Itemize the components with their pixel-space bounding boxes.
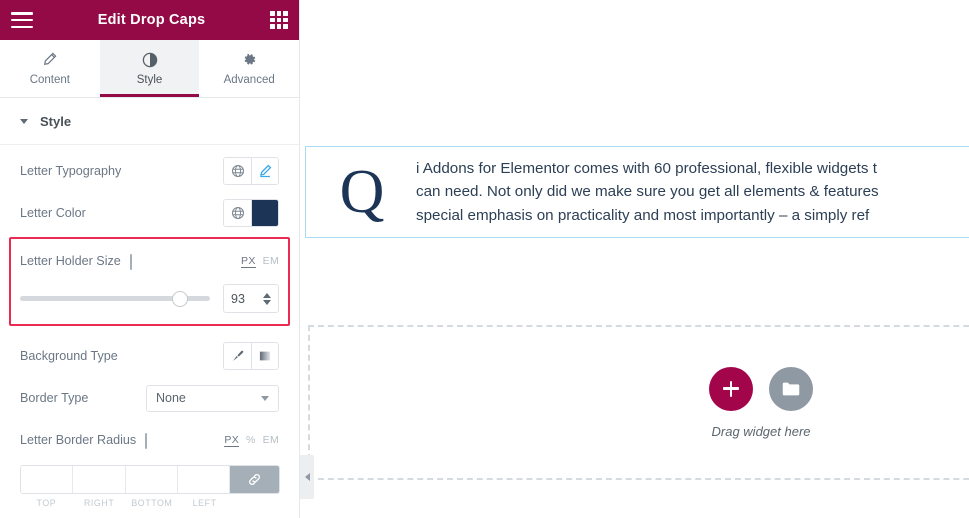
letter-holder-size-label: Letter Holder Size <box>20 254 121 268</box>
chevron-down-icon <box>261 395 269 401</box>
border-radius-bottom-input[interactable] <box>125 466 178 493</box>
letter-border-radius-units: PX % EM <box>224 434 279 447</box>
add-section-button[interactable] <box>709 366 753 411</box>
letter-color-label: Letter Color <box>20 206 86 220</box>
label-left: LEFT <box>192 498 217 508</box>
background-type-label: Background Type <box>20 349 118 363</box>
folder-icon <box>782 382 800 395</box>
section-title: Style <box>40 113 72 129</box>
letter-typography-label: Letter Typography <box>20 164 122 178</box>
panel-tabs: Content Style Advanced <box>0 40 299 98</box>
letter-color-label-wrap: Letter Color <box>20 206 86 220</box>
link-icon[interactable] <box>230 466 279 493</box>
control-letter-border-radius: Letter Border Radius PX % EM <box>20 414 279 456</box>
gear-icon <box>242 51 257 68</box>
chevron-down-icon <box>20 118 28 124</box>
unit-px[interactable]: PX <box>224 434 239 447</box>
elementor-editor: Edit Drop Caps Content Style Advanced St… <box>0 0 969 518</box>
tab-content[interactable]: Content <box>0 40 100 97</box>
dropcap-line-1: i Addons for Elementor comes with 60 pro… <box>416 159 877 177</box>
letter-holder-size-label-wrap: Letter Holder Size <box>20 253 144 270</box>
dropcap-line-3: special emphasis on practicality and mos… <box>416 206 870 224</box>
border-radius-left-input[interactable] <box>177 466 230 493</box>
border-type-label-wrap: Border Type <box>20 391 88 405</box>
contrast-circle-icon <box>142 51 158 68</box>
slider-handle[interactable] <box>171 290 188 307</box>
control-letter-color: Letter Color <box>20 187 279 229</box>
section-header-style[interactable]: Style <box>0 98 299 145</box>
tab-style-label: Style <box>136 74 163 86</box>
desktop-monitor-icon[interactable] <box>129 253 144 270</box>
unit-em[interactable]: EM <box>263 434 279 447</box>
dropzone-buttons <box>709 366 813 411</box>
globe-icon[interactable] <box>224 200 251 226</box>
dropcap-letter: Q <box>339 158 385 226</box>
widget-dropzone[interactable]: Drag widget here <box>308 325 969 480</box>
panel-header: Edit Drop Caps <box>0 0 299 40</box>
unit-px[interactable]: PX <box>241 255 256 268</box>
control-letter-holder-size: Letter Holder Size PX EM 93 <box>9 237 290 326</box>
pencil-icon <box>42 51 57 68</box>
template-library-button[interactable] <box>769 366 813 411</box>
letter-typography-label-wrap: Letter Typography <box>20 164 121 178</box>
label-top: TOP <box>36 498 57 508</box>
paintbrush-icon[interactable] <box>224 343 251 369</box>
border-radius-inputs <box>20 465 280 494</box>
label-spacer <box>231 498 280 508</box>
letter-holder-size-input[interactable]: 93 <box>223 284 279 313</box>
letter-border-radius-label: Letter Border Radius <box>20 433 137 447</box>
letter-border-radius-label-wrap: Letter Border Radius <box>20 432 159 449</box>
letter-color-swatch[interactable] <box>251 200 278 226</box>
tab-style[interactable]: Style <box>99 40 200 97</box>
settings-panel: Edit Drop Caps Content Style Advanced St… <box>0 0 300 518</box>
border-radius-side-labels: TOP RIGHT BOTTOM LEFT <box>20 498 280 508</box>
letter-color-buttons <box>223 199 279 227</box>
hamburger-icon[interactable] <box>11 12 33 28</box>
control-border-type: Border Type None <box>20 372 279 414</box>
control-letter-typography: Letter Typography <box>20 145 279 187</box>
panel-title: Edit Drop Caps <box>97 12 206 28</box>
label-bottom: BOTTOM <box>131 498 173 508</box>
tab-advanced-label: Advanced <box>223 74 275 86</box>
desktop-monitor-icon[interactable] <box>145 432 159 449</box>
panel-collapse-handle[interactable] <box>300 455 314 499</box>
letter-holder-size-value: 93 <box>231 291 245 306</box>
dropzone-inner: Drag widget here <box>709 366 813 439</box>
tab-content-label: Content <box>29 74 70 86</box>
border-type-value: None <box>156 391 186 405</box>
border-type-select[interactable]: None <box>146 384 279 412</box>
background-type-label-wrap: Background Type <box>20 349 118 363</box>
globe-icon[interactable] <box>224 158 251 184</box>
unit-em[interactable]: EM <box>263 255 279 268</box>
letter-holder-size-slider[interactable] <box>20 290 210 307</box>
dropcap-widget[interactable]: Q i Addons for Elementor comes with 60 p… <box>305 146 969 238</box>
dropzone-label: Drag widget here <box>711 423 811 439</box>
letter-holder-size-slider-row: 93 <box>20 274 279 313</box>
control-background-type: Background Type <box>20 330 279 372</box>
widgets-grid-icon[interactable] <box>270 11 288 29</box>
plus-icon <box>723 380 739 397</box>
dropcap-line-2: can need. Not only did we make sure you … <box>416 183 879 201</box>
number-stepper[interactable] <box>263 292 271 305</box>
tab-advanced[interactable]: Advanced <box>199 40 299 97</box>
label-right: RIGHT <box>83 498 115 508</box>
letter-holder-size-header: Letter Holder Size PX EM <box>20 244 279 274</box>
edit-typography-button[interactable] <box>251 158 278 184</box>
letter-holder-size-units: PX EM <box>241 255 279 268</box>
controls-list: Letter Typography Letter Color Letter Ho… <box>0 145 299 518</box>
unit-percent[interactable]: % <box>246 434 256 447</box>
background-type-buttons <box>223 342 279 370</box>
chevron-left-icon <box>304 473 310 481</box>
border-radius-top-input[interactable] <box>21 466 74 493</box>
border-type-label: Border Type <box>20 391 89 405</box>
border-radius-right-input[interactable] <box>73 466 126 493</box>
dropcap-body-text: i Addons for Elementor comes with 60 pro… <box>416 157 879 228</box>
gradient-icon[interactable] <box>251 343 278 369</box>
letter-typography-buttons <box>223 157 279 185</box>
editor-canvas: Q i Addons for Elementor comes with 60 p… <box>300 0 969 518</box>
